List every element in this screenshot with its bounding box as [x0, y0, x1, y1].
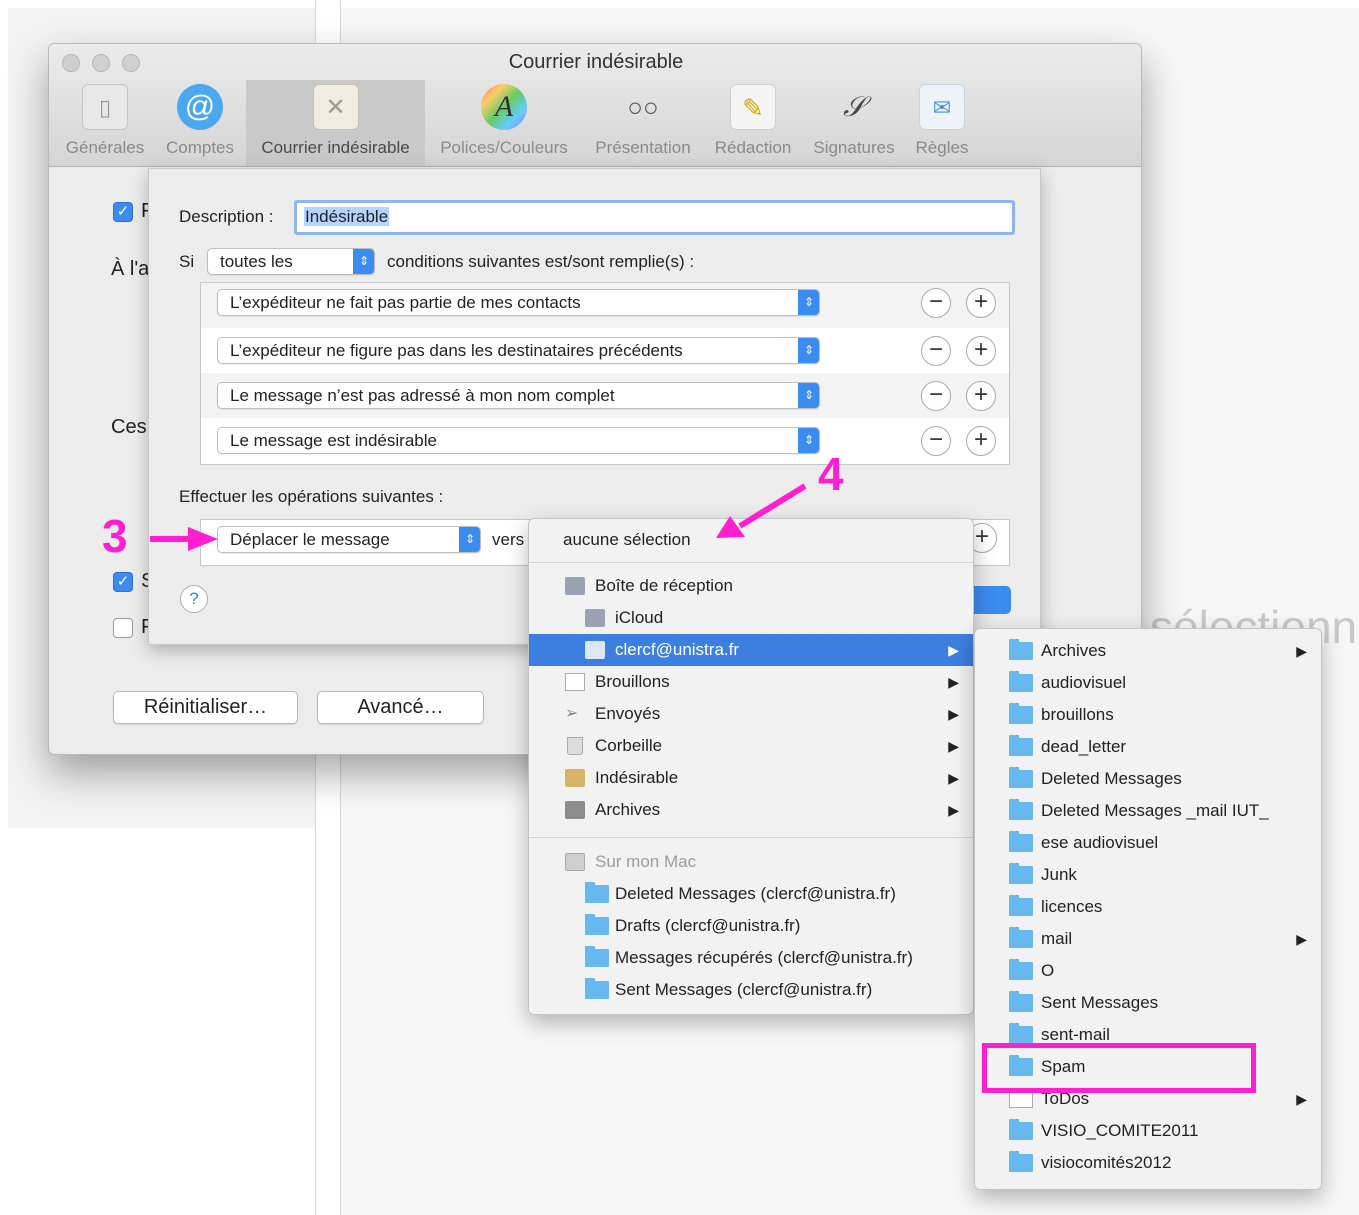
annotation-arrow-3-head	[188, 527, 218, 551]
spam-highlight-box	[982, 1043, 1256, 1093]
annotation-arrow-4-shaft	[738, 483, 807, 529]
annotation-arrows	[150, 483, 807, 551]
